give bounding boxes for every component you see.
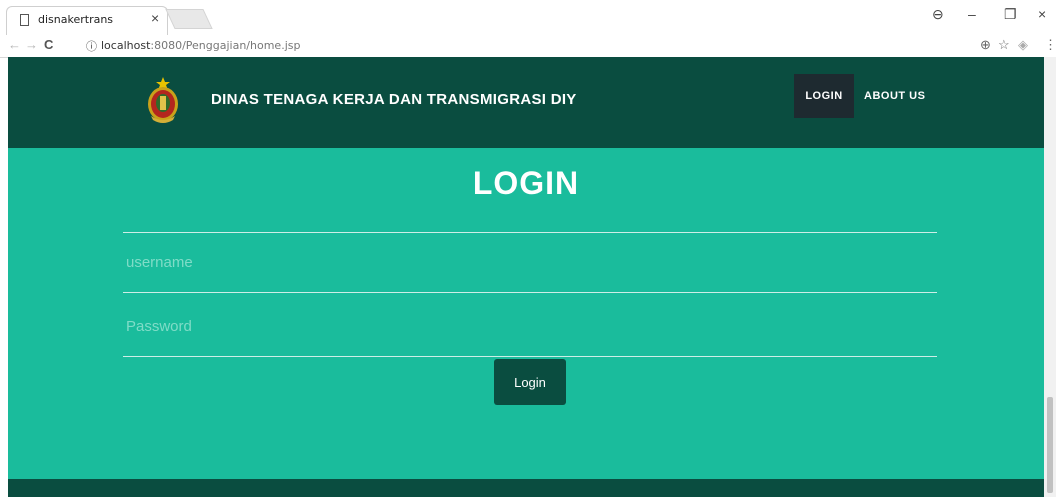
url-text[interactable]: localhost:8080/Penggajian/home.jsp — [101, 39, 300, 52]
account-icon[interactable]: ⊖ — [932, 6, 944, 23]
emblem-logo — [148, 77, 178, 123]
url-field[interactable]: ⓘ localhost:8080/Penggajian/home.jsp — [79, 36, 1014, 55]
login-button[interactable]: Login — [494, 359, 566, 405]
new-tab-button[interactable] — [165, 9, 213, 29]
restore-icon[interactable]: ❐ — [1004, 6, 1017, 23]
zoom-icon[interactable]: ⊕ — [980, 37, 991, 53]
close-tab-icon[interactable]: × — [151, 10, 159, 26]
username-field — [123, 233, 937, 293]
minimize-icon[interactable]: – — [968, 6, 976, 22]
page-title: LOGIN — [472, 165, 580, 201]
browser-tabstrip: disnakertrans × ⊖ – ❐ × — [0, 0, 1056, 35]
nav-login-link[interactable]: LOGIN — [794, 74, 854, 118]
page-scrollbar[interactable] — [1044, 57, 1056, 497]
tab-title: disnakertrans — [38, 13, 114, 26]
browser-tab[interactable]: disnakertrans × — [6, 6, 168, 35]
bookmark-star-icon[interactable]: ☆ — [998, 37, 1010, 53]
info-icon[interactable]: ⓘ — [86, 38, 97, 54]
page-content: DINAS TENAGA KERJA DAN TRANSMIGRASI DIY … — [8, 57, 1044, 497]
navbar: DINAS TENAGA KERJA DAN TRANSMIGRASI DIY … — [8, 57, 1044, 148]
nav-about-link[interactable]: ABOUT US — [864, 74, 925, 118]
address-bar: ← → C ⓘ localhost:8080/Penggajian/home.j… — [0, 35, 1056, 58]
menu-icon[interactable]: ⋮ — [1044, 37, 1056, 53]
username-input[interactable] — [123, 233, 937, 292]
scroll-thumb[interactable] — [1047, 397, 1053, 493]
reload-icon[interactable]: C — [44, 37, 53, 52]
footer-bar — [8, 479, 1044, 497]
url-path: :8080/Penggajian/home.jsp — [150, 39, 301, 52]
url-host: localhost — [101, 39, 151, 52]
close-window-icon[interactable]: × — [1038, 6, 1046, 22]
extension-icon[interactable]: ◈ — [1018, 37, 1028, 53]
password-field — [123, 297, 937, 357]
forward-icon[interactable]: → — [25, 37, 38, 52]
password-input[interactable] — [123, 297, 937, 356]
back-icon[interactable]: ← — [8, 37, 21, 52]
document-icon — [20, 14, 29, 26]
brand-title[interactable]: DINAS TENAGA KERJA DAN TRANSMIGRASI DIY — [211, 91, 577, 108]
